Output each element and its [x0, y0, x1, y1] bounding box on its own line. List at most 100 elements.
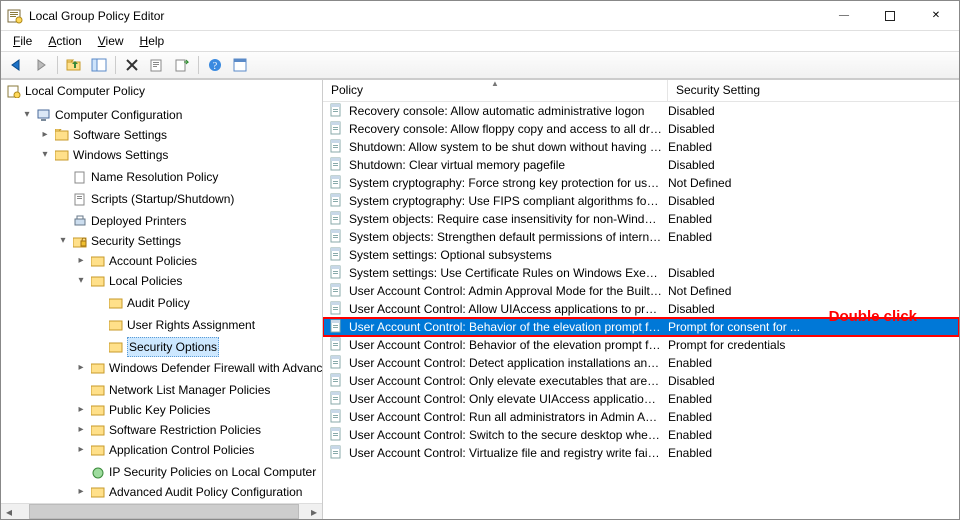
- list-row[interactable]: User Account Control: Run all administra…: [323, 408, 959, 426]
- list-row[interactable]: User Account Control: Allow UIAccess app…: [323, 300, 959, 318]
- expand-icon[interactable]: ▾: [57, 232, 69, 250]
- expand-icon[interactable]: ▸: [75, 421, 87, 439]
- policy-name: User Account Control: Behavior of the el…: [349, 320, 668, 334]
- policy-setting: Enabled: [668, 140, 959, 154]
- export-button[interactable]: [171, 54, 193, 76]
- tree-item-pkp[interactable]: ▸Public Key Policies: [73, 401, 212, 419]
- list-header: ▲Policy Security Setting: [323, 80, 959, 102]
- list-row[interactable]: System settings: Optional subsystems: [323, 246, 959, 264]
- policy-name: System settings: Optional subsystems: [349, 248, 668, 262]
- expand-icon[interactable]: ▾: [75, 272, 87, 290]
- scroll-right-icon[interactable]: ▸: [306, 504, 322, 519]
- tree-item-srp[interactable]: ▸Software Restriction Policies: [73, 421, 263, 439]
- folder-icon: [91, 362, 105, 374]
- filter-button[interactable]: [229, 54, 251, 76]
- policy-name: User Account Control: Only elevate UIAcc…: [349, 392, 668, 406]
- tree-item-wdf[interactable]: ▸Windows Defender Firewall with Advanced…: [73, 359, 322, 377]
- tree-item-security-settings[interactable]: ▾Security Settings: [55, 232, 183, 250]
- list-row[interactable]: Shutdown: Clear virtual memory pagefileD…: [323, 156, 959, 174]
- policy-setting: Enabled: [668, 410, 959, 424]
- policy-name: User Account Control: Detect application…: [349, 356, 668, 370]
- menu-action[interactable]: Action: [42, 34, 87, 48]
- column-header-setting[interactable]: Security Setting: [668, 80, 959, 101]
- list-row[interactable]: User Account Control: Behavior of the el…: [323, 336, 959, 354]
- back-button[interactable]: [5, 54, 27, 76]
- policy-setting: Disabled: [668, 158, 959, 172]
- show-hide-tree-button[interactable]: [88, 54, 110, 76]
- menu-help[interactable]: Help: [134, 34, 171, 48]
- list-row[interactable]: Recovery console: Allow automatic admini…: [323, 102, 959, 120]
- close-button[interactable]: ✕: [913, 1, 959, 30]
- menubar: File Action View Help: [1, 31, 959, 51]
- policy-setting: Not Defined: [668, 284, 959, 298]
- expand-icon[interactable]: ▸: [75, 252, 87, 270]
- list-row[interactable]: User Account Control: Only elevate UIAcc…: [323, 390, 959, 408]
- tree-item-user-rights[interactable]: User Rights Assignment: [91, 316, 257, 334]
- tree-item-software-settings[interactable]: ▸Software Settings: [37, 126, 169, 144]
- list-row[interactable]: System cryptography: Force strong key pr…: [323, 174, 959, 192]
- tree-item-acp[interactable]: ▸Application Control Policies: [73, 441, 256, 459]
- list-row[interactable]: System settings: Use Certificate Rules o…: [323, 264, 959, 282]
- workspace: Local Computer Policy ▾Computer Configur…: [1, 79, 959, 519]
- policy-name: System objects: Require case insensitivi…: [349, 212, 668, 226]
- tree-item-security-options[interactable]: Security Options: [91, 337, 221, 357]
- script-icon: [73, 193, 87, 206]
- expand-icon[interactable]: ▸: [75, 441, 87, 459]
- list-row[interactable]: System objects: Strengthen default permi…: [323, 228, 959, 246]
- list-row[interactable]: User Account Control: Behavior of the el…: [323, 318, 959, 336]
- tree-item-computer-config[interactable]: ▾Computer Configuration: [19, 106, 184, 124]
- expand-icon[interactable]: ▸: [75, 359, 87, 377]
- list-row[interactable]: System objects: Require case insensitivi…: [323, 210, 959, 228]
- expand-icon[interactable]: ▾: [21, 106, 33, 124]
- forward-button[interactable]: [30, 54, 52, 76]
- folder-icon: [91, 255, 105, 267]
- policy-name: Recovery console: Allow floppy copy and …: [349, 122, 668, 136]
- delete-button[interactable]: [121, 54, 143, 76]
- column-header-policy[interactable]: ▲Policy: [323, 80, 668, 101]
- policy-root-icon: [7, 84, 21, 98]
- list-row[interactable]: User Account Control: Detect application…: [323, 354, 959, 372]
- policy-icon: [329, 175, 345, 191]
- menu-view[interactable]: View: [92, 34, 130, 48]
- scroll-left-icon[interactable]: ◂: [1, 504, 17, 519]
- tree-horizontal-scrollbar[interactable]: ◂ ▸: [1, 503, 322, 519]
- policy-icon: [329, 373, 345, 389]
- tree[interactable]: ▾Computer Configuration ▸Software Settin…: [1, 102, 322, 519]
- scroll-thumb[interactable]: [29, 504, 299, 519]
- window-controls: — ✕: [821, 1, 959, 30]
- minimize-button[interactable]: —: [821, 1, 867, 30]
- list-row[interactable]: System cryptography: Use FIPS compliant …: [323, 192, 959, 210]
- policy-icon: [329, 283, 345, 299]
- tree-item-ipsec[interactable]: IP Security Policies on Local Computer: [73, 463, 318, 481]
- list-row[interactable]: User Account Control: Virtualize file an…: [323, 444, 959, 462]
- maximize-button[interactable]: [867, 1, 913, 30]
- tree-root-row[interactable]: Local Computer Policy: [1, 80, 322, 102]
- list-body[interactable]: Recovery console: Allow automatic admini…: [323, 102, 959, 519]
- tree-item-name-resolution[interactable]: Name Resolution Policy: [55, 168, 220, 186]
- menu-file[interactable]: File: [7, 34, 38, 48]
- tree-item-account-policies[interactable]: ▸Account Policies: [73, 252, 199, 270]
- tree-item-aap[interactable]: ▸Advanced Audit Policy Configuration: [73, 483, 304, 501]
- separator: [115, 56, 116, 74]
- tree-item-audit-policy[interactable]: Audit Policy: [91, 294, 192, 312]
- policy-setting: Enabled: [668, 230, 959, 244]
- help-button[interactable]: ?: [204, 54, 226, 76]
- expand-icon[interactable]: ▾: [39, 146, 51, 164]
- expand-icon[interactable]: ▸: [39, 126, 51, 144]
- properties-button[interactable]: [146, 54, 168, 76]
- policy-icon: [329, 157, 345, 173]
- tree-item-nlmp[interactable]: Network List Manager Policies: [73, 381, 272, 399]
- list-row[interactable]: Shutdown: Allow system to be shut down w…: [323, 138, 959, 156]
- tree-item-printers[interactable]: Deployed Printers: [55, 212, 188, 230]
- list-row[interactable]: User Account Control: Admin Approval Mod…: [323, 282, 959, 300]
- tree-item-scripts[interactable]: Scripts (Startup/Shutdown): [55, 190, 236, 208]
- expand-icon[interactable]: ▸: [75, 483, 87, 501]
- tree-item-local-policies[interactable]: ▾Local Policies: [73, 272, 184, 290]
- list-row[interactable]: User Account Control: Switch to the secu…: [323, 426, 959, 444]
- tree-item-windows-settings[interactable]: ▾Windows Settings: [37, 146, 170, 164]
- list-row[interactable]: Recovery console: Allow floppy copy and …: [323, 120, 959, 138]
- expand-icon[interactable]: ▸: [75, 401, 87, 419]
- policy-setting: Disabled: [668, 194, 959, 208]
- up-folder-button[interactable]: [63, 54, 85, 76]
- list-row[interactable]: User Account Control: Only elevate execu…: [323, 372, 959, 390]
